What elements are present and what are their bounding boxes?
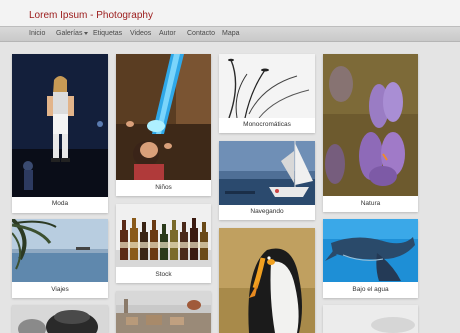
album-caption-viajes: Viajes — [51, 286, 69, 293]
album-photo-stock — [116, 204, 211, 267]
nav-item-inicio[interactable]: Inicio — [29, 30, 45, 37]
site-brand[interactable]: Lorem Ipsum - Photography — [29, 10, 153, 21]
album-caption-moda: Moda — [51, 200, 69, 207]
nav-item-contacto[interactable]: Contacto — [187, 30, 215, 37]
nav-item-galerias[interactable]: Galerías — [56, 30, 89, 37]
album-card-monocromaticas[interactable]: Monocromáticas — [219, 54, 315, 133]
album-photo-penguin — [219, 228, 315, 333]
nav-item-etiquetas[interactable]: Etiquetas — [93, 30, 122, 37]
nav-item-galerias-label: Galerías — [56, 30, 83, 37]
album-photo-navegando — [219, 141, 315, 205]
nav-item-autor[interactable]: Autor — [159, 30, 176, 37]
album-photo-partial-1 — [12, 305, 108, 333]
album-caption-bajo-el-agua: Bajo el agua — [352, 286, 389, 293]
album-card-partial-1[interactable] — [12, 305, 108, 333]
nav-item-videos[interactable]: Videos — [130, 30, 151, 37]
album-photo-moda — [12, 54, 108, 197]
album-card-ninos[interactable]: Niños — [116, 54, 211, 196]
album-photo-partial-3 — [323, 305, 418, 333]
album-card-moda[interactable]: Moda — [12, 54, 108, 213]
album-card-partial-3[interactable] — [323, 305, 418, 333]
nav-item-mapa[interactable]: Mapa — [222, 30, 240, 37]
album-caption-monocromaticas: Monocromáticas — [243, 121, 291, 128]
site-header: Lorem Ipsum - Photography — [0, 0, 460, 26]
album-photo-viajes — [12, 219, 108, 282]
album-card-viajes[interactable]: Viajes — [12, 219, 108, 298]
album-photo-partial-2 — [116, 291, 211, 333]
album-caption-navegando: Navegando — [250, 208, 284, 215]
album-card-penguin[interactable] — [219, 228, 315, 333]
album-photo-bajo-el-agua — [323, 219, 418, 282]
album-card-navegando[interactable]: Navegando — [219, 141, 315, 220]
main-navbar: Inicio Galerías Etiquetas Videos Autor C… — [0, 26, 460, 42]
album-card-stock[interactable]: Stock — [116, 204, 211, 283]
album-caption-ninos: Niños — [155, 184, 172, 191]
album-photo-natura — [323, 54, 418, 196]
album-card-partial-2[interactable] — [116, 291, 211, 333]
album-caption-stock: Stock — [155, 271, 172, 278]
album-card-bajo-el-agua[interactable]: Bajo el agua — [323, 219, 418, 298]
album-photo-ninos — [116, 54, 211, 180]
album-card-natura[interactable]: Natura — [323, 54, 418, 212]
album-photo-monocromaticas — [219, 54, 315, 118]
chevron-down-icon — [84, 31, 89, 35]
album-caption-natura: Natura — [360, 200, 381, 207]
